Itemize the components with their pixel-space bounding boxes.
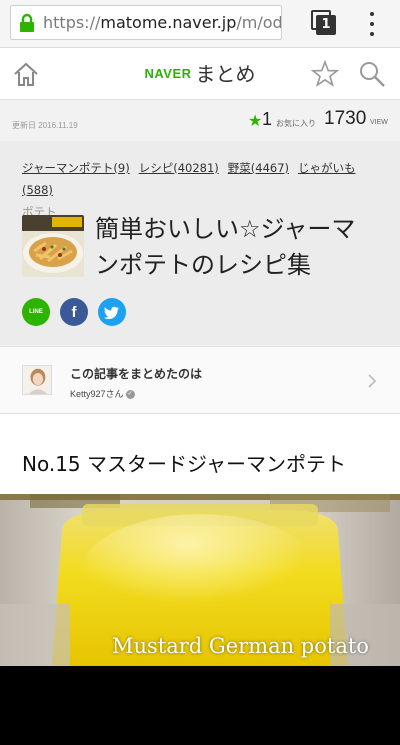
- article-title: 簡単おいしい☆ジャーマンポテトのレシピ集: [95, 215, 356, 279]
- verified-check-icon: ✓: [125, 390, 135, 400]
- curator-name: Ketty927さん ✓: [70, 387, 135, 400]
- chevron-right-icon: [368, 374, 377, 388]
- tab-count: 1: [316, 15, 336, 35]
- app-screen: https://matome.naver.jp/m/oda 1 NAVERまとめ…: [0, 0, 400, 745]
- twitter-share-button[interactable]: [98, 298, 126, 326]
- url-text: https://matome.naver.jp/m/oda: [43, 13, 282, 33]
- article-header: ジャーマンポテト(9) レシピ(40281) 野菜(4467) じゃがいも(588) ポ…: [0, 141, 400, 345]
- browser-menu-button[interactable]: [364, 10, 380, 38]
- favorite-label: お気に入り: [276, 119, 316, 128]
- url-scheme: https://: [43, 13, 101, 32]
- lock-icon: [20, 13, 34, 32]
- tag-link[interactable]: ジャーマンポテト(9): [22, 161, 130, 175]
- tag-link[interactable]: レシピ(40281): [139, 161, 219, 175]
- tag-link[interactable]: 野菜(4467): [228, 161, 289, 175]
- tab-switcher-button[interactable]: 1: [311, 10, 337, 36]
- curator-avatar: [22, 365, 52, 395]
- image-caption: Mustard German potato: [112, 634, 369, 658]
- article-thumbnail: [22, 215, 84, 277]
- facebook-share-button[interactable]: f: [60, 298, 88, 326]
- curator-link[interactable]: この記事をまとめたのは Ketty927さん ✓: [0, 346, 400, 414]
- view-count: 1730: [324, 108, 367, 129]
- curator-username: Ketty927: [70, 389, 106, 399]
- site-header: NAVER まとめ: [0, 48, 400, 100]
- view-label: VIEW: [370, 119, 388, 126]
- address-bar[interactable]: https://matome.naver.jp/m/oda: [10, 5, 282, 40]
- recipe-image: Mustard German potato: [0, 494, 400, 666]
- system-navigation-bar: [0, 666, 400, 745]
- browser-toolbar: https://matome.naver.jp/m/oda 1: [0, 0, 400, 48]
- favorite-count: 1: [262, 109, 273, 129]
- search-icon[interactable]: [358, 60, 386, 88]
- url-path: /m/oda: [236, 13, 282, 32]
- favorite-count-star-icon: ★: [248, 111, 263, 130]
- menu-dot-icon: [370, 22, 374, 26]
- article-meta: 更新日 2016.11.19 ★ 1 お気に入り 1730 VIEW: [0, 100, 400, 141]
- curator-honorific: さん: [105, 390, 124, 400]
- line-share-button[interactable]: LINE: [22, 298, 50, 326]
- menu-dot-icon: [370, 32, 374, 36]
- favorite-star-icon[interactable]: [311, 60, 339, 88]
- curator-heading: この記事をまとめたのは: [70, 367, 203, 381]
- twitter-bird-icon: [103, 306, 120, 320]
- url-host: matome.naver.jp: [100, 13, 237, 32]
- section-title: No.15 マスタードジャーマンポテト: [22, 452, 347, 476]
- site-logo[interactable]: NAVER まとめ: [0, 61, 400, 87]
- recipe-section: No.15 マスタードジャーマンポテト: [0, 414, 400, 494]
- menu-dot-icon: [370, 12, 374, 16]
- logo-product: まとめ: [195, 62, 256, 86]
- updated-date: 更新日 2016.11.19: [12, 121, 78, 130]
- logo-brand: NAVER: [144, 66, 192, 81]
